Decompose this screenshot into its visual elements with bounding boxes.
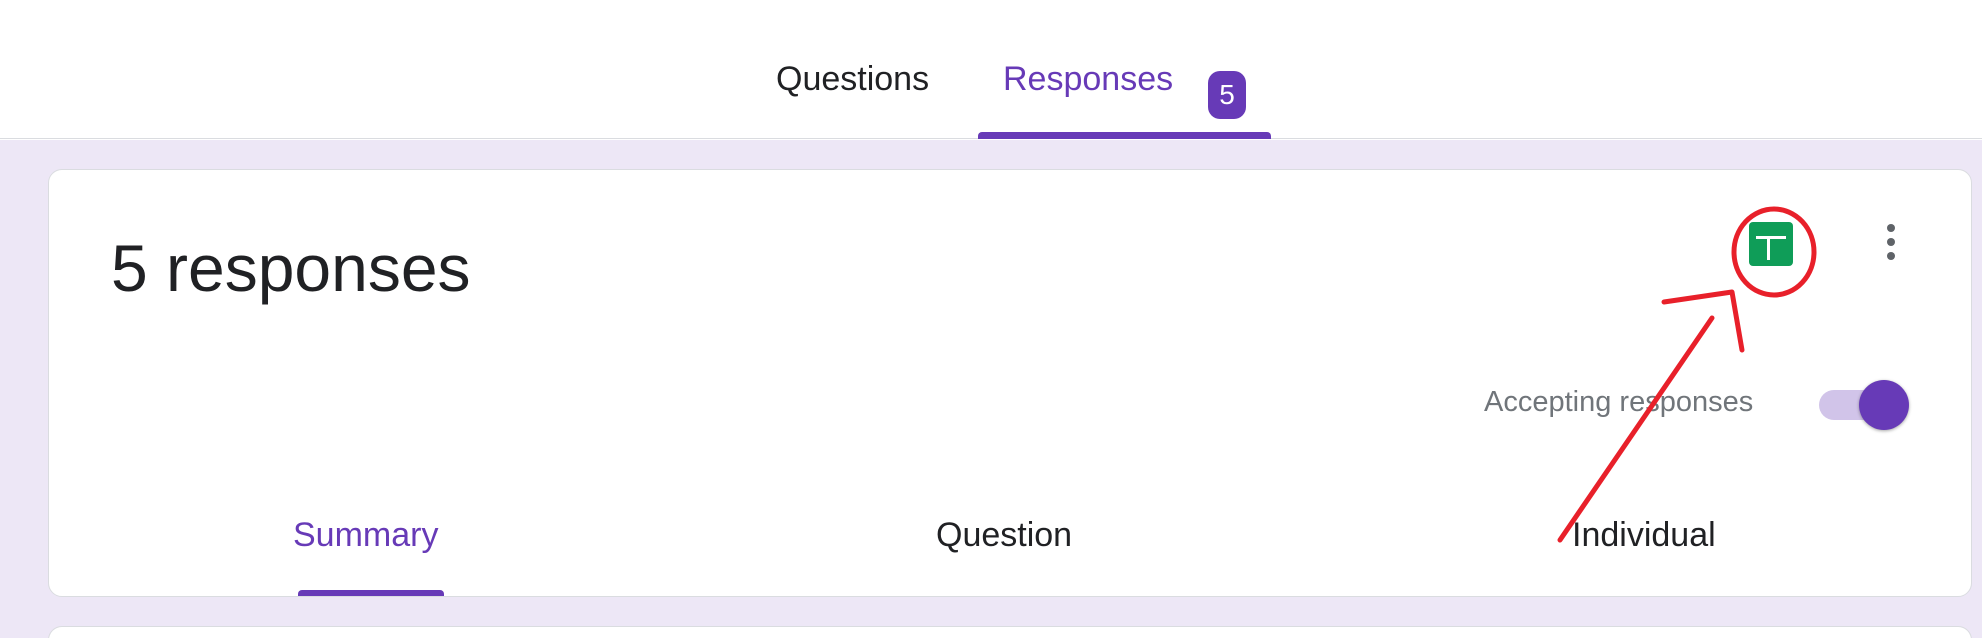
active-subtab-indicator xyxy=(298,590,444,596)
tab-summary[interactable]: Summary xyxy=(293,516,438,555)
more-options-button[interactable] xyxy=(1869,210,1913,274)
responses-count-badge: 5 xyxy=(1208,71,1246,119)
tab-individual[interactable]: Individual xyxy=(1572,516,1716,555)
top-navigation: Questions Responses 5 xyxy=(0,0,1982,139)
tab-responses[interactable]: Responses xyxy=(1003,60,1173,139)
tab-question[interactable]: Question xyxy=(936,516,1072,555)
toggle-thumb xyxy=(1859,380,1909,430)
link-to-sheets-button[interactable] xyxy=(1735,208,1807,280)
accepting-responses-toggle[interactable] xyxy=(1819,376,1909,430)
next-card xyxy=(48,626,1972,638)
page-title: 5 responses xyxy=(111,231,471,305)
google-sheets-icon xyxy=(1749,222,1793,266)
responses-summary-card: 5 responses Accepting responses Summary … xyxy=(48,169,1972,597)
accepting-responses-label: Accepting responses xyxy=(1484,386,1754,418)
more-vert-icon xyxy=(1887,224,1895,232)
active-tab-indicator xyxy=(978,132,1271,139)
tab-responses-label: Responses xyxy=(1003,60,1174,98)
tab-questions[interactable]: Questions xyxy=(776,60,929,139)
tab-questions-label: Questions xyxy=(776,60,930,98)
